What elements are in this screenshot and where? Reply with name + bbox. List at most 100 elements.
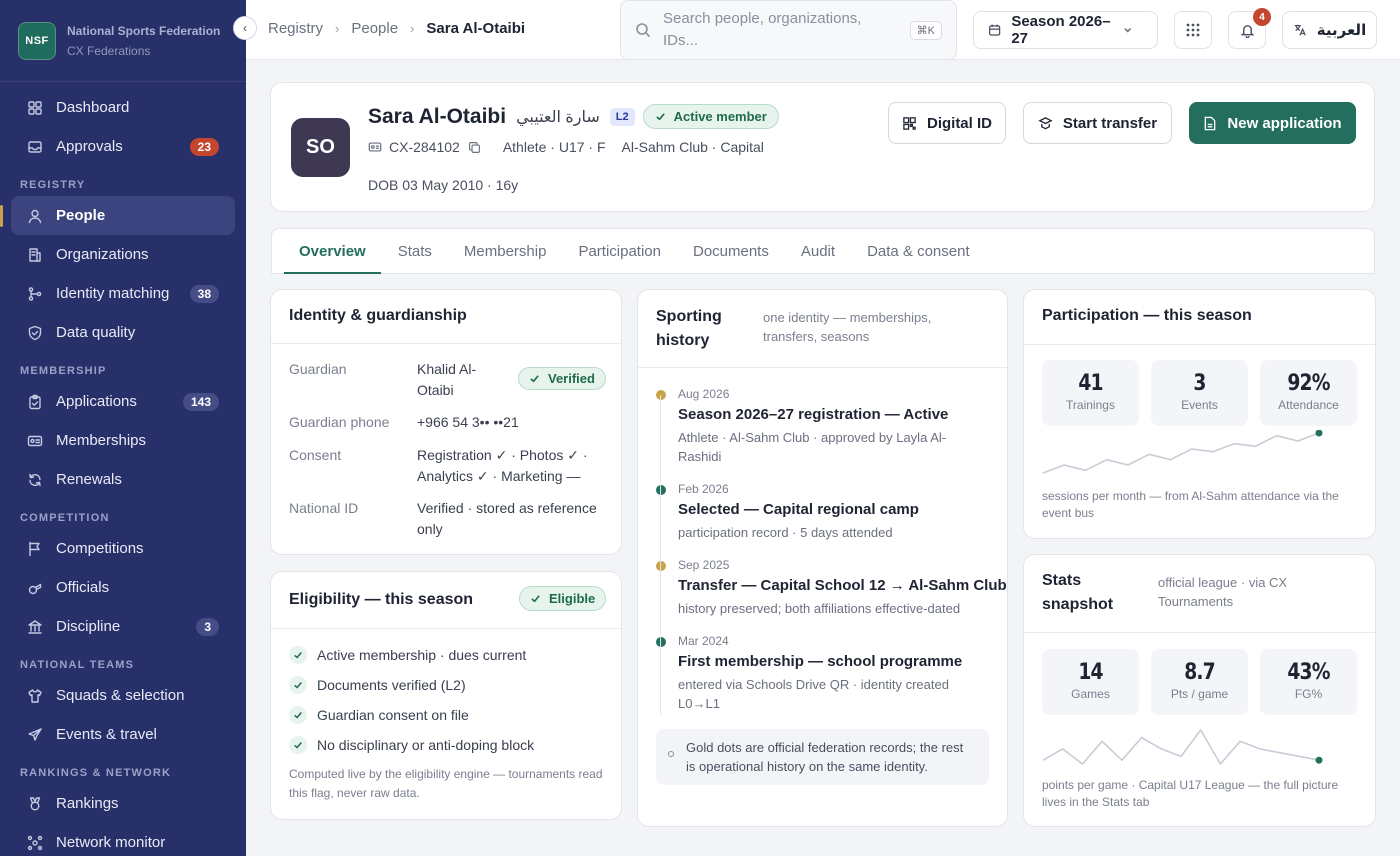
eligibility-check-label: Documents verified (L2) <box>317 677 466 693</box>
timeline-rail <box>660 395 661 715</box>
tab-documents[interactable]: Documents <box>678 229 784 273</box>
stat-tile: 43% FG% <box>1260 649 1357 715</box>
digital-id-label: Digital ID <box>926 114 992 132</box>
tab-audit[interactable]: Audit <box>786 229 850 273</box>
timeline-item[interactable]: Mar 2024 First membership — school progra… <box>656 634 989 716</box>
medal-icon <box>27 796 43 812</box>
consent-label: Consent <box>289 447 342 463</box>
timeline-date: Feb 2026 <box>678 482 729 496</box>
calendar-icon <box>989 24 1001 36</box>
sidebar-section-national-teams: NATIONAL TEAMS <box>20 659 135 671</box>
status-badge: Active member <box>642 104 779 129</box>
info-icon <box>668 751 674 757</box>
sidebar-item-rankings[interactable]: Rankings <box>11 784 235 823</box>
notifications-button[interactable]: 4 <box>1228 8 1271 49</box>
history-legend-note: Gold dots are official federation record… <box>656 729 989 785</box>
timeline-dot <box>656 637 666 647</box>
language-switch-button[interactable]: العربية <box>1282 11 1377 49</box>
sidebar-item-badge: 143 <box>182 392 219 411</box>
stat-tile: 92% Attendance <box>1260 360 1357 426</box>
digital-id-button[interactable]: Digital ID <box>888 102 1006 144</box>
grid-icon <box>27 100 43 116</box>
copy-icon[interactable] <box>468 141 481 154</box>
tab-stats[interactable]: Stats <box>383 229 447 273</box>
eligibility-status-label: Eligible <box>549 591 596 606</box>
sidebar-item-label: Events & travel <box>56 726 157 743</box>
tab-overview[interactable]: Overview <box>284 229 381 274</box>
sidebar-item-discipline[interactable]: Discipline 3 <box>11 607 235 646</box>
sidebar-item-applications[interactable]: Applications 143 <box>11 382 235 421</box>
document-icon <box>1205 116 1216 130</box>
timeline-description: history preserved; both affiliations eff… <box>678 601 961 616</box>
guardian-phone-label: Guardian phone <box>289 414 390 430</box>
sidebar-item-identity-matching[interactable]: Identity matching 38 <box>11 274 235 313</box>
apps-button[interactable] <box>1174 11 1212 49</box>
timeline-item[interactable]: Feb 2026 Selected — Capital regional camp… <box>656 482 989 558</box>
tab-data-and-consent[interactable]: Data & consent <box>852 229 985 273</box>
sidebar-item-label: Competitions <box>56 540 144 557</box>
start-transfer-button[interactable]: Start transfer <box>1023 102 1172 144</box>
stat-value: 41 <box>1078 371 1103 396</box>
new-application-button[interactable]: New application <box>1189 102 1356 144</box>
season-selector[interactable]: Season 2026–27 <box>973 11 1158 49</box>
search-input[interactable]: Search people, organizations, IDs... ⌘K <box>620 0 957 60</box>
stat-label: Trainings <box>1066 398 1115 412</box>
timeline-description: entered via Schools Drive QR · identity … <box>678 677 949 711</box>
notification-count: 4 <box>1253 8 1271 26</box>
sidebar-section-rankings-and-network: RANKINGS & NETWORK <box>20 767 172 779</box>
sidebar-item-label: Approvals <box>56 138 123 155</box>
apps-grid-icon <box>1186 23 1200 37</box>
guardian-value[interactable]: Khalid Al-Otaibi <box>417 359 507 401</box>
tab-participation[interactable]: Participation <box>563 229 676 273</box>
identity-level-badge: L2 <box>609 107 635 126</box>
sidebar-item-label: Renewals <box>56 471 122 488</box>
sidebar-item-approvals[interactable]: Approvals 23 <box>11 127 235 166</box>
check-icon <box>655 113 665 121</box>
sidebar-collapse-button[interactable]: ‹ <box>233 16 257 40</box>
breadcrumb-registry[interactable]: Registry <box>268 20 323 37</box>
sidebar-section-registry: REGISTRY <box>20 179 86 191</box>
sidebar-item-label: Discipline <box>56 618 121 635</box>
sidebar-item-label: Squads & selection <box>56 687 185 704</box>
sidebar-item-squads-and-selection[interactable]: Squads & selection <box>11 676 235 715</box>
timeline-title: Transfer — Capital School 12 → Al-Sahm C… <box>678 577 1007 594</box>
stat-tile: 14 Games <box>1042 649 1139 715</box>
sidebar-item-officials[interactable]: Officials <box>11 568 235 607</box>
sidebar-item-dashboard[interactable]: Dashboard <box>11 88 235 127</box>
brand[interactable]: NSF National Sports Federation CX Federa… <box>0 0 246 82</box>
guardian-verified-label: Verified <box>548 371 595 386</box>
sidebar-item-events-and-travel[interactable]: Events & travel <box>11 715 235 754</box>
timeline-item[interactable]: Aug 2026 Season 2026–27 registration — Ac… <box>656 387 989 482</box>
breadcrumb-current: Sara Al-Otaibi <box>426 20 526 37</box>
avatar: SO <box>291 118 350 177</box>
breadcrumb-people[interactable]: People <box>351 20 398 37</box>
sidebar-item-memberships[interactable]: Memberships <box>11 421 235 460</box>
person-icon <box>27 208 43 224</box>
search-shortcut: ⌘K <box>909 20 942 40</box>
sidebar-item-renewals[interactable]: Renewals <box>11 460 235 499</box>
tab-membership[interactable]: Membership <box>449 229 562 273</box>
check-icon <box>531 595 540 603</box>
sidebar-section-membership: MEMBERSHIP <box>20 365 107 377</box>
timeline-date: Mar 2024 <box>678 634 729 648</box>
bank-icon <box>27 619 43 635</box>
sidebar-nav: Dashboard Approvals 23 REGISTRY People Organi… <box>0 82 246 856</box>
sidebar-item-network-monitor[interactable]: Network monitor <box>11 823 235 856</box>
stat-value: 14 <box>1078 660 1103 685</box>
timeline-item[interactable]: Sep 2025 Transfer — Capital School 12 → A… <box>656 558 1007 634</box>
person-name-arabic: سارة العتيبي <box>516 108 600 126</box>
language-label: العربية <box>1316 22 1367 39</box>
sidebar-item-competitions[interactable]: Competitions <box>11 529 235 568</box>
translate-icon <box>1294 24 1306 36</box>
sidebar-item-label: Dashboard <box>56 99 130 116</box>
participation-panel-title: Participation — this season <box>1042 307 1252 324</box>
timeline-dot <box>656 390 666 400</box>
sidebar-item-data-quality[interactable]: Data quality <box>11 313 235 352</box>
sidebar-item-label: Data quality <box>56 324 136 341</box>
sidebar-item-label: Organizations <box>56 246 149 263</box>
stat-label: Events <box>1181 398 1218 412</box>
sidebar-item-people[interactable]: People <box>0 196 235 235</box>
sidebar-item-organizations[interactable]: Organizations <box>11 235 235 274</box>
participation-sparkline <box>1042 430 1323 474</box>
timeline-title: Selected — Capital regional camp <box>678 501 919 518</box>
